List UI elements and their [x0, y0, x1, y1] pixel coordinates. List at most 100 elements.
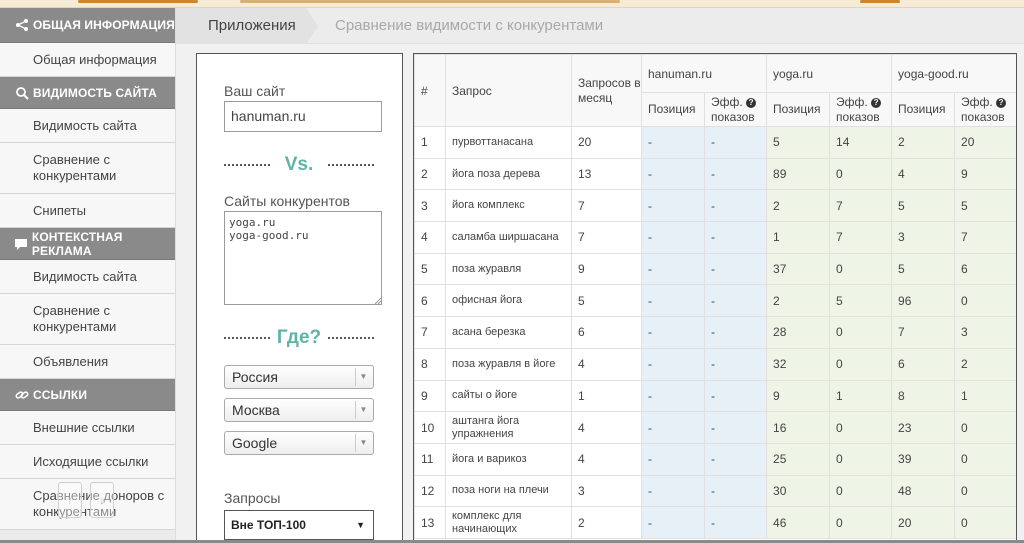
queries-value: Вне ТОП-100	[231, 518, 306, 532]
comparison-table: # Запрос Запросов в месяц hanuman.ru yog…	[414, 54, 1016, 539]
cell-value: 0	[954, 411, 1016, 444]
cell-monthly: 13	[571, 157, 642, 191]
cell-monthly: 7	[571, 189, 642, 223]
breadcrumb: Приложения Сравнение видимости с конкуре…	[176, 8, 1024, 44]
sidebar-section-title: ОБЩАЯ ИНФОРМАЦИЯ	[33, 18, 175, 32]
sidebar-item-label: Видимость сайта	[33, 117, 137, 133]
competitors-textarea[interactable]: yoga.ru yoga-good.ru	[224, 211, 382, 305]
sidebar-section-links[interactable]: ССЫЛКИ	[0, 379, 175, 411]
cell-value: -	[703, 284, 768, 318]
cell-value: 28	[766, 316, 831, 349]
sidebar-item-competitor-comparison[interactable]: Сравнение с конкурентами	[0, 143, 175, 194]
header-site-yoga-good: yoga-good.ru	[891, 54, 1016, 93]
cell-value: 3	[891, 221, 956, 254]
sidebar-section-title: КОНТЕКСТНАЯ РЕКЛАМА	[31, 229, 123, 258]
header-query[interactable]: Запрос	[445, 54, 572, 127]
cell-value: -	[641, 506, 705, 539]
header-position[interactable]: Позиция	[766, 92, 831, 127]
header-eff[interactable]: Эфф. ? показов	[703, 92, 768, 127]
cell-num: 13	[414, 506, 446, 539]
decoration-line	[240, 0, 620, 3]
cell-value: -	[703, 126, 768, 159]
site-label: Ваш сайт	[224, 83, 286, 99]
cell-num: 12	[414, 474, 446, 508]
help-icon[interactable]: ?	[996, 97, 1007, 108]
cell-query: поза журавля	[445, 252, 572, 286]
engine-value: Google	[232, 435, 278, 451]
cell-query: саламба ширшасана	[445, 221, 572, 254]
sidebar-item-general-info[interactable]: Общая информация	[0, 43, 175, 77]
sidebar-section-context-ads[interactable]: КОНТЕКСТНАЯ РЕКЛАМА	[0, 228, 175, 260]
cell-value: -	[641, 284, 705, 318]
sidebar-section-title: ССЫЛКИ	[33, 387, 88, 402]
cell-value: -	[641, 221, 705, 254]
cell-value: -	[641, 411, 705, 444]
table-row: 1 пурвоттанасана 20- -5 14 2 20	[414, 126, 1016, 159]
cell-value: 2	[766, 189, 831, 223]
city-select[interactable]: Москва ▼	[224, 398, 374, 422]
resize-grip-icon[interactable]	[374, 297, 382, 305]
header-eff-label: Эфф.	[711, 94, 743, 109]
header-eff-label-2: показов	[961, 109, 1005, 124]
sidebar-item-snippets[interactable]: Снипеты	[0, 194, 175, 228]
link-icon	[14, 387, 30, 403]
cell-value: -	[703, 189, 768, 223]
queries-select[interactable]: Вне ТОП-100 ▼	[224, 510, 374, 540]
cell-value: -	[641, 157, 705, 191]
header-eff-label: Эфф.	[961, 94, 993, 109]
vs-divider: Vs.	[224, 154, 374, 176]
cell-value: -	[641, 442, 705, 476]
scroll-down-icon[interactable]: ↓	[90, 482, 114, 518]
caret-down-icon: ▼	[356, 520, 365, 530]
cell-num: 3	[414, 189, 446, 223]
cell-monthly: 4	[571, 347, 642, 381]
table-row: 10 аштанга йога упражнения 4- -16 0 23 0	[414, 411, 1016, 444]
cell-value: 1	[954, 379, 1016, 413]
sidebar-item-ads-competitor-comparison[interactable]: Сравнение с конкурентами	[0, 294, 175, 345]
cell-monthly: 6	[571, 316, 642, 349]
cell-value: 8	[891, 379, 956, 413]
header-num: #	[414, 54, 446, 127]
header-monthly[interactable]: Запросов в месяц	[571, 54, 642, 127]
engine-select[interactable]: Google ▼	[224, 431, 374, 455]
cell-value: -	[703, 221, 768, 254]
cell-value: -	[703, 411, 768, 444]
header-eff[interactable]: Эфф. ? показов	[954, 92, 1016, 127]
country-select[interactable]: Россия ▼	[224, 365, 374, 389]
cell-num: 6	[414, 284, 446, 318]
cell-value: 1	[829, 379, 893, 413]
header-eff[interactable]: Эфф. ? показов	[829, 92, 893, 127]
sidebar-item-site-visibility[interactable]: Видимость сайта	[0, 109, 175, 143]
help-icon[interactable]: ?	[871, 97, 882, 108]
cell-value: -	[641, 347, 705, 381]
breadcrumb-apps[interactable]: Приложения	[176, 8, 306, 44]
cell-value: 0	[954, 284, 1016, 318]
sidebar-section-visibility[interactable]: ВИДИМОСТЬ САЙТА	[0, 77, 175, 109]
cell-value: 0	[829, 316, 893, 349]
sidebar-item-label: Снипеты	[33, 202, 86, 218]
cell-value: 3	[954, 316, 1016, 349]
cell-value: 96	[891, 284, 956, 318]
header-position[interactable]: Позиция	[891, 92, 956, 127]
header-position[interactable]: Позиция	[641, 92, 705, 127]
cell-value: 4	[891, 157, 956, 191]
site-input[interactable]: hanuman.ru	[224, 101, 382, 132]
table-row: 5 поза журавля 9- -37 0 5 6	[414, 252, 1016, 286]
sidebar-item-ads-visibility[interactable]: Видимость сайта	[0, 260, 175, 294]
sidebar-section-general[interactable]: ОБЩАЯ ИНФОРМАЦИЯ	[0, 8, 175, 43]
comparison-form: Ваш сайт hanuman.ru Vs. Сайты конкуренто…	[196, 53, 403, 543]
cell-value: -	[641, 189, 705, 223]
sidebar-item-external-links[interactable]: Внешние ссылки	[0, 411, 175, 445]
sidebar-item-label: Видимость сайта	[33, 268, 137, 284]
scroll-up-icon[interactable]: ↑	[58, 482, 82, 518]
chat-icon	[14, 236, 29, 252]
cell-monthly: 2	[571, 506, 642, 539]
cell-num: 10	[414, 411, 446, 444]
cell-value: -	[641, 316, 705, 349]
help-icon[interactable]: ?	[746, 97, 757, 108]
share-icon	[14, 17, 30, 33]
cell-value: 48	[891, 474, 956, 508]
sidebar-item-outgoing-links[interactable]: Исходящие ссылки	[0, 445, 175, 479]
sidebar-item-ads[interactable]: Объявления	[0, 345, 175, 379]
header-eff-label: Эфф.	[836, 94, 868, 109]
